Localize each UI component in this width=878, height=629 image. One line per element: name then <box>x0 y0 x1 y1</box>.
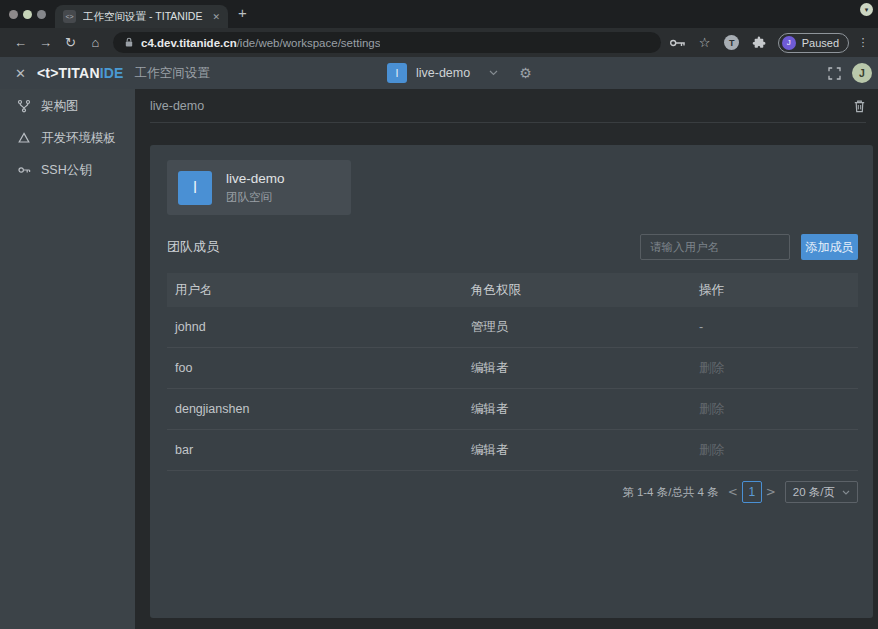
add-member-button[interactable]: 添加成员 <box>801 234 858 260</box>
delete-member-link[interactable]: 删除 <box>699 401 858 418</box>
home-button[interactable]: ⌂ <box>83 35 108 50</box>
address-bar[interactable]: c4.dev.titanide.cn/ide/web/workspace/set… <box>113 32 661 53</box>
main-content: live-demo l live-demo 团队空间 团队成员 添加成员 用户名 <box>135 89 878 629</box>
profile-corner-icon[interactable]: ▾ <box>860 3 873 16</box>
workspace-badge: l <box>387 63 407 83</box>
app-header: ✕ <t>TITANIDE 工作空间设置 l live-demo ⚙ J <box>0 57 878 89</box>
user-avatar[interactable]: J <box>852 63 872 83</box>
lock-icon <box>124 37 134 48</box>
delete-member-link[interactable]: 删除 <box>699 442 858 459</box>
pagination-summary: 第 1-4 条/总共 4 条 <box>622 485 719 500</box>
template-icon <box>17 131 31 145</box>
browser-tab-bar: <> 工作空间设置 - TITANIDE ✕ + ▾ <box>0 0 878 28</box>
password-key-icon[interactable] <box>666 38 690 48</box>
workspace-card-type: 团队空间 <box>226 190 285 205</box>
url-text: c4.dev.titanide.cn/ide/web/workspace/set… <box>141 37 380 49</box>
table-row: johnd 管理员 - <box>167 307 858 348</box>
bookmark-star-icon[interactable]: ☆ <box>693 35 717 50</box>
table-header-row: 用户名 角色权限 操作 <box>167 273 858 307</box>
members-table: 用户名 角色权限 操作 johnd 管理员 - foo 编辑者 删除 dengj… <box>167 273 858 471</box>
branch-icon <box>17 99 31 113</box>
app-page-title: 工作空间设置 <box>135 65 210 82</box>
next-page-icon[interactable]: > <box>766 485 776 499</box>
table-row: bar 编辑者 删除 <box>167 430 858 471</box>
browser-toolbar: ← → ↻ ⌂ c4.dev.titanide.cn/ide/web/works… <box>0 28 878 57</box>
tab-favicon-icon: <> <box>63 10 76 23</box>
profile-paused-badge[interactable]: J Paused <box>778 33 849 53</box>
breadcrumb: live-demo <box>150 99 204 113</box>
select-chevron-icon <box>842 490 850 495</box>
forward-button[interactable]: → <box>33 35 58 50</box>
username-input[interactable] <box>640 234 790 260</box>
app-close-icon[interactable]: ✕ <box>15 66 26 81</box>
window-close-button[interactable] <box>9 10 18 19</box>
sidebar-item-architecture[interactable]: 架构图 <box>0 90 135 122</box>
prev-page-icon[interactable]: < <box>728 485 738 499</box>
row-action: - <box>699 320 858 334</box>
workspace-selector[interactable]: l live-demo ⚙ <box>387 63 532 83</box>
extension-badge-icon[interactable]: T <box>720 35 744 50</box>
new-tab-button[interactable]: + <box>238 4 247 21</box>
window-minimize-button[interactable] <box>23 10 32 19</box>
browser-menu-icon[interactable]: ⋮ <box>856 36 870 49</box>
sidebar-item-ssh-key[interactable]: SSH公钥 <box>0 154 135 186</box>
back-button[interactable]: ← <box>8 35 33 50</box>
delete-member-link[interactable]: 删除 <box>699 360 858 377</box>
window-controls <box>0 10 46 19</box>
app-logo[interactable]: <t>TITANIDE <box>37 65 124 81</box>
browser-tab[interactable]: <> 工作空间设置 - TITANIDE ✕ <box>55 5 228 28</box>
fullscreen-icon[interactable] <box>828 67 841 80</box>
page-size-select[interactable]: 20 条/页 <box>785 481 858 503</box>
chevron-down-icon <box>489 70 498 76</box>
key-icon <box>17 163 31 177</box>
pagination: 第 1-4 条/总共 4 条 < 1 > 20 条/页 <box>167 481 858 503</box>
tab-close-icon[interactable]: ✕ <box>212 12 220 22</box>
sidebar: 架构图 开发环境模板 SSH公钥 <box>0 89 135 629</box>
window-zoom-button[interactable] <box>37 10 46 19</box>
sidebar-item-dev-template[interactable]: 开发环境模板 <box>0 122 135 154</box>
table-row: dengjianshen 编辑者 删除 <box>167 389 858 430</box>
page-number[interactable]: 1 <box>742 481 762 503</box>
extensions-puzzle-icon[interactable] <box>747 35 771 50</box>
table-row: foo 编辑者 删除 <box>167 348 858 389</box>
workspace-card-name: live-demo <box>226 171 285 186</box>
settings-panel: l live-demo 团队空间 团队成员 添加成员 用户名 角色权限 操作 j… <box>150 145 873 618</box>
workspace-card-badge: l <box>178 171 212 205</box>
tab-title: 工作空间设置 - TITANIDE <box>83 10 205 24</box>
reload-button[interactable]: ↻ <box>58 35 83 50</box>
profile-avatar: J <box>782 36 796 50</box>
workspace-card: l live-demo 团队空间 <box>167 160 351 215</box>
team-members-title: 团队成员 <box>167 238 219 256</box>
delete-workspace-trash-icon[interactable] <box>853 99 866 113</box>
workspace-settings-gear-icon[interactable]: ⚙ <box>519 65 532 81</box>
